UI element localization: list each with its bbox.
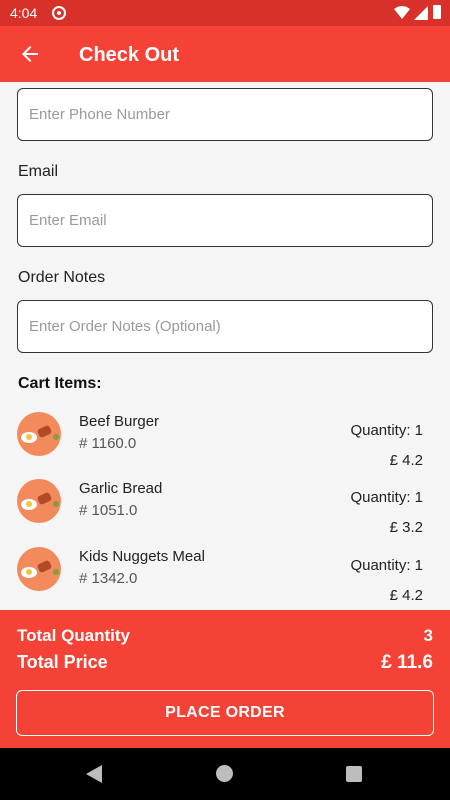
checkout-form[interactable]: Email Order Notes Cart Items: Beef Burge… <box>0 82 450 610</box>
order-notes-label: Order Notes <box>18 269 106 286</box>
order-notes-input[interactable] <box>18 301 432 352</box>
item-id: # 1342.0 <box>79 570 138 587</box>
item-name: Beef Burger <box>79 413 160 430</box>
item-name: Kids Nuggets Meal <box>79 548 205 565</box>
nav-recent-apps-icon[interactable] <box>346 766 362 782</box>
email-field[interactable] <box>17 194 433 247</box>
total-price-value: £ 11.6 <box>381 652 433 673</box>
item-price: £ 4.2 <box>389 587 423 604</box>
food-thumbnail <box>17 412 61 456</box>
item-price: £ 4.2 <box>389 452 423 469</box>
back-arrow-icon[interactable] <box>18 42 42 66</box>
signal-icon <box>414 6 428 20</box>
email-label: Email <box>18 163 59 180</box>
cart-items-title: Cart Items: <box>18 375 102 392</box>
item-quantity: Quantity: 1 <box>350 557 423 574</box>
status-time: 4:04 <box>10 5 38 21</box>
total-price-label: Total Price <box>17 652 108 672</box>
phone-field[interactable] <box>17 88 433 141</box>
food-thumbnail <box>17 479 61 523</box>
item-price: £ 3.2 <box>389 519 423 536</box>
total-quantity-value: 3 <box>423 626 433 645</box>
system-nav-bar <box>0 748 450 800</box>
item-name: Garlic Bread <box>79 480 163 497</box>
item-id: # 1160.0 <box>79 435 137 452</box>
place-order-button[interactable]: PLACE ORDER <box>16 690 434 736</box>
status-bar: 4:04 <box>0 0 450 26</box>
wifi-icon <box>394 6 410 19</box>
item-quantity: Quantity: 1 <box>350 422 423 439</box>
cart-item: Garlic Bread # 1051.0 Quantity: 1 £ 3.2 <box>0 479 450 545</box>
email-input[interactable] <box>18 195 432 246</box>
cart-item: Kids Nuggets Meal # 1342.0 Quantity: 1 £… <box>0 547 450 610</box>
cart-item: Beef Burger # 1160.0 Quantity: 1 £ 4.2 <box>0 412 450 478</box>
total-quantity-label: Total Quantity <box>17 626 131 645</box>
phone-input[interactable] <box>18 89 432 140</box>
sync-icon <box>52 6 66 20</box>
order-summary: Total Quantity 3 Total Price £ 11.6 PLAC… <box>0 610 450 748</box>
app-bar: Check Out <box>0 26 450 82</box>
order-notes-field[interactable] <box>17 300 433 353</box>
food-thumbnail <box>17 547 61 591</box>
nav-home-icon[interactable] <box>216 765 233 782</box>
nav-back-icon[interactable] <box>86 765 102 783</box>
item-id: # 1051.0 <box>79 502 138 519</box>
page-title: Check Out <box>79 44 180 66</box>
item-quantity: Quantity: 1 <box>350 489 423 506</box>
battery-icon <box>433 5 441 19</box>
